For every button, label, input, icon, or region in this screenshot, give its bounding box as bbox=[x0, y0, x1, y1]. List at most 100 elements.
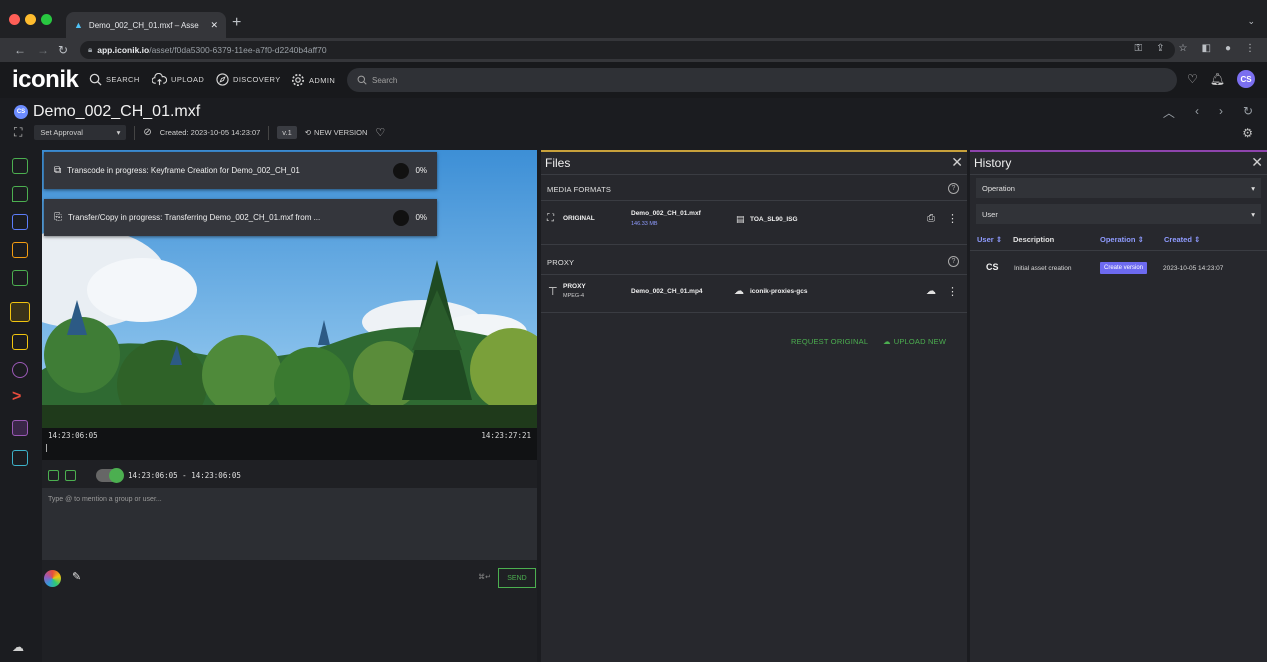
operation-filter-dropdown[interactable]: Operation ▾ bbox=[976, 178, 1261, 198]
refresh-icon[interactable]: ↻ bbox=[1243, 104, 1253, 121]
nav-upload[interactable]: UPLOAD bbox=[152, 73, 204, 86]
original-storage: TOA_SL90_ISG bbox=[750, 216, 798, 223]
sidepanel-icon[interactable]: ◧ bbox=[1202, 43, 1211, 54]
next-asset-icon[interactable]: › bbox=[1219, 104, 1223, 121]
address-bar[interactable]: 🔒︎ app.iconik.io /asset/f0da5300-6379-11… bbox=[80, 41, 1175, 59]
favorites-heart-icon[interactable]: ♡ bbox=[1187, 72, 1198, 86]
more-options-icon[interactable]: ⋮ bbox=[947, 285, 958, 298]
mark-in-icon[interactable] bbox=[48, 469, 59, 481]
notifications-bell-icon[interactable]: 🔔︎ bbox=[1210, 72, 1225, 86]
divider bbox=[541, 200, 967, 201]
divider bbox=[541, 312, 967, 313]
asset-title: Demo_002_CH_01.mxf bbox=[33, 103, 201, 120]
send-button[interactable]: SEND bbox=[498, 568, 536, 588]
global-search-input[interactable]: Search bbox=[347, 68, 1177, 92]
playhead[interactable] bbox=[46, 444, 47, 452]
version-badge[interactable]: v.1 bbox=[277, 126, 297, 139]
request-original-button[interactable]: REQUEST ORIGINAL bbox=[791, 337, 868, 346]
comment-input[interactable]: Type @ to mention a group or user... bbox=[42, 488, 537, 560]
nav-search-label: SEARCH bbox=[106, 75, 140, 84]
versions-icon[interactable] bbox=[12, 214, 28, 230]
download-file-icon[interactable]: ⎙ bbox=[927, 213, 935, 224]
user-filter-dropdown[interactable]: User ▾ bbox=[976, 204, 1261, 224]
previous-asset-icon[interactable]: ‹ bbox=[1195, 104, 1199, 121]
metadata-icon[interactable] bbox=[12, 158, 28, 174]
iconik-logo[interactable]: iconik bbox=[12, 66, 79, 94]
close-history-panel-icon[interactable]: ✕ bbox=[1251, 154, 1263, 171]
toast-message: Transfer/Copy in progress: Transferring … bbox=[68, 213, 321, 222]
relations-tree-icon[interactable] bbox=[12, 450, 28, 466]
browser-tab[interactable]: ▲ Demo_002_CH_01.mxf – Asse ✕ bbox=[66, 12, 226, 38]
created-clock-icon: ⊘ bbox=[143, 127, 152, 138]
favorite-heart-icon[interactable]: ♡ bbox=[375, 126, 385, 139]
created-date: Created: 2023-10-05 14:23:07 bbox=[159, 128, 261, 137]
browser-toolbar: ← → ↻ 🔒︎ app.iconik.io /asset/f0da5300-6… bbox=[0, 38, 1267, 62]
help-icon[interactable]: ? bbox=[948, 183, 959, 194]
row-user: CS bbox=[986, 262, 999, 272]
divider bbox=[970, 174, 1267, 175]
history-clock-icon[interactable] bbox=[12, 420, 28, 436]
history-panel-title: History bbox=[974, 156, 1012, 170]
url-host: app.iconik.io bbox=[97, 45, 150, 55]
url-path: /asset/f0da5300-6379-11ee-a7f0-d2240b4af… bbox=[149, 45, 327, 55]
tab-search-icon[interactable]: ⌄ bbox=[1247, 16, 1255, 27]
key-icon[interactable]: ⚿ bbox=[1135, 43, 1143, 54]
info-icon[interactable] bbox=[12, 362, 28, 378]
video-player[interactable]: ⧉ Transcode in progress: Keyframe Creati… bbox=[42, 150, 537, 428]
approval-thumb-icon[interactable] bbox=[12, 242, 28, 258]
segments-arrow-icon[interactable]: > bbox=[12, 388, 21, 406]
nav-admin[interactable]: ADMIN bbox=[291, 73, 335, 87]
forward-icon[interactable]: → bbox=[37, 43, 49, 57]
original-format-label: ORIGINAL bbox=[563, 215, 595, 222]
storage-icon: ▤ bbox=[736, 214, 745, 224]
close-window-button[interactable] bbox=[9, 14, 20, 25]
range-toggle[interactable] bbox=[96, 467, 124, 483]
cloud-upload-sidebar-icon[interactable]: ☁ bbox=[12, 640, 24, 654]
column-operation-label: Operation bbox=[1100, 235, 1136, 244]
mark-out-icon[interactable] bbox=[65, 469, 76, 481]
nav-search[interactable]: SEARCH bbox=[89, 73, 140, 86]
collapse-chevron-up-icon[interactable]: ︿ bbox=[1163, 104, 1175, 121]
maximize-window-button[interactable] bbox=[41, 14, 52, 25]
timeline-bar[interactable]: 14:23:06:05 14:23:27:21 bbox=[42, 428, 537, 460]
proxy-filename[interactable]: Demo_002_CH_01.mp4 bbox=[631, 288, 703, 295]
settings-gear-icon[interactable]: ⚙ bbox=[1242, 126, 1253, 140]
more-options-icon[interactable]: ⋮ bbox=[947, 212, 958, 225]
files-icon[interactable] bbox=[10, 302, 30, 322]
share-icon[interactable]: ⇪ bbox=[1156, 43, 1164, 54]
cloud-storage-icon: ☁ bbox=[734, 286, 744, 297]
transcription-icon[interactable] bbox=[12, 270, 28, 286]
column-user[interactable]: User ⇕ bbox=[977, 235, 1002, 244]
toggle-knob bbox=[109, 467, 124, 483]
comments-icon[interactable] bbox=[12, 186, 28, 202]
new-tab-button[interactable]: + bbox=[232, 14, 241, 32]
original-filename[interactable]: Demo_002_CH_01.mxf bbox=[631, 210, 701, 217]
minimize-window-button[interactable] bbox=[25, 14, 36, 25]
approval-dropdown[interactable]: Set Approval ▾ bbox=[34, 125, 127, 140]
column-operation[interactable]: Operation ⇕ bbox=[1100, 235, 1144, 244]
profile-icon[interactable]: ● bbox=[1225, 43, 1231, 54]
upload-new-button[interactable]: ☁ UPLOAD NEW bbox=[883, 337, 946, 346]
user-avatar[interactable]: CS bbox=[1237, 70, 1255, 88]
keyframes-camera-icon[interactable] bbox=[12, 334, 28, 350]
color-picker-icon[interactable] bbox=[44, 570, 61, 587]
nav-upload-label: UPLOAD bbox=[171, 75, 205, 84]
reload-icon[interactable]: ↻ bbox=[58, 43, 68, 57]
close-files-panel-icon[interactable]: ✕ bbox=[951, 154, 963, 171]
operation-filter-label: Operation bbox=[982, 183, 1015, 193]
divider bbox=[134, 125, 136, 140]
close-tab-icon[interactable]: ✕ bbox=[210, 20, 218, 31]
cloud-upload-file-icon[interactable]: ☁ bbox=[926, 286, 936, 297]
thumbnail-view-icon[interactable]: ⛶ bbox=[14, 125, 22, 140]
menu-icon[interactable]: ⋮ bbox=[1245, 43, 1255, 54]
new-version-button[interactable]: ⟲ NEW VERSION bbox=[305, 128, 368, 137]
app-topbar: iconik SEARCH UPLOAD DISCOVERY ADMIN Sea… bbox=[0, 62, 1267, 98]
bookmark-star-icon[interactable]: ☆ bbox=[1179, 43, 1188, 54]
pencil-draw-icon[interactable]: ✎ bbox=[72, 570, 81, 583]
column-created[interactable]: Created ⇕ bbox=[1164, 235, 1200, 244]
transfer-progress-toast: ⎘ Transfer/Copy in progress: Transferrin… bbox=[44, 199, 437, 236]
nav-discovery[interactable]: DISCOVERY bbox=[216, 73, 281, 86]
help-icon[interactable]: ? bbox=[948, 256, 959, 267]
transcode-progress-toast: ⧉ Transcode in progress: Keyframe Creati… bbox=[44, 152, 437, 189]
back-icon[interactable]: ← bbox=[14, 43, 26, 57]
